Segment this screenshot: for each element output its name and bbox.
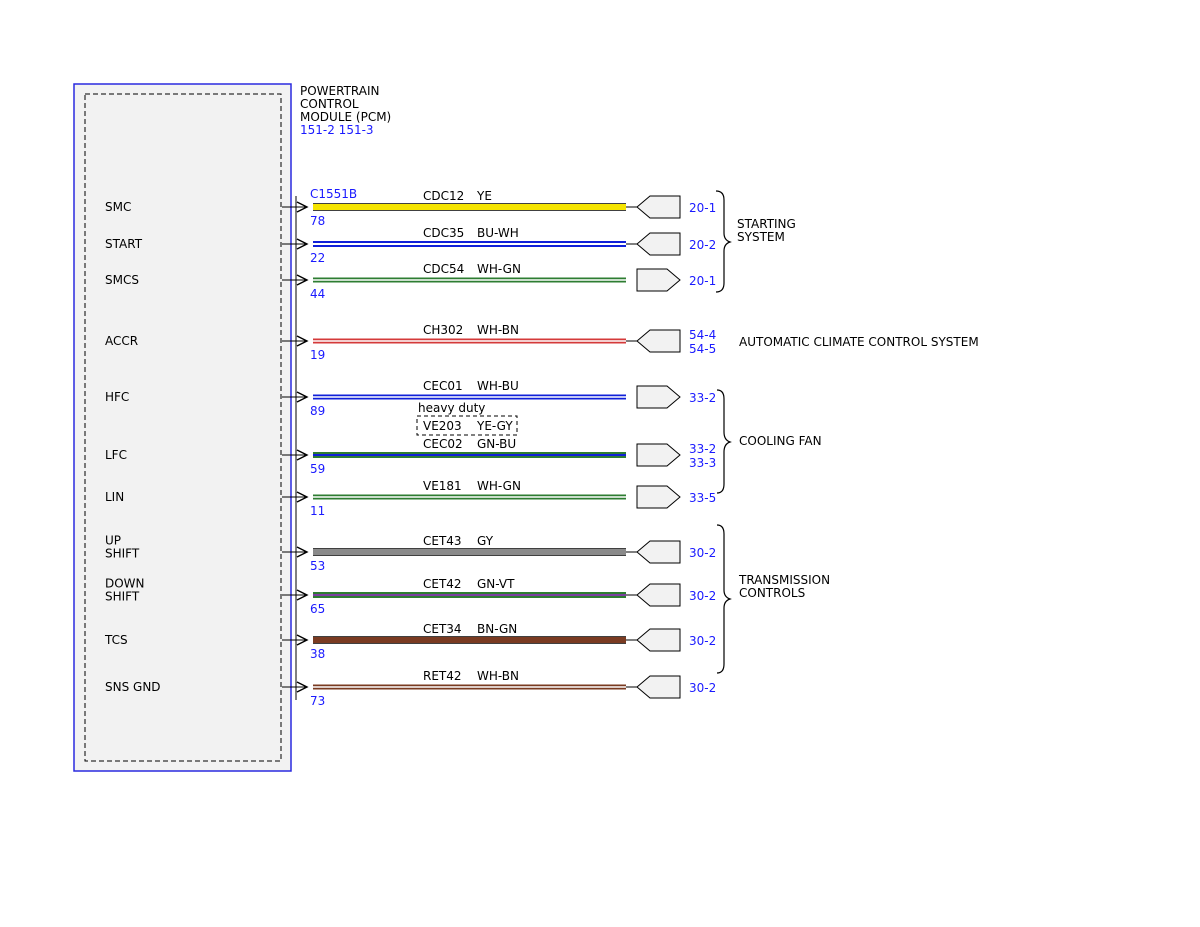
- signal-label: UP: [105, 534, 121, 548]
- module-reference-link[interactable]: 151-2 151-3: [300, 123, 374, 137]
- wire-color: GN-BU: [477, 437, 516, 451]
- page-reference-link[interactable]: 33-3: [689, 456, 716, 470]
- signal-label: START: [105, 237, 143, 251]
- option-label: heavy duty: [418, 401, 485, 415]
- page-reference-link[interactable]: 33-5: [689, 491, 716, 505]
- wire-color: WH-BU: [477, 379, 519, 393]
- module-title-line-3: MODULE (PCM): [300, 110, 391, 124]
- system-label-climate: AUTOMATIC CLIMATE CONTROL SYSTEM: [739, 335, 979, 349]
- signal-label: ACCR: [105, 334, 138, 348]
- system-label-starting-2: SYSTEM: [737, 230, 785, 244]
- page-reference-link[interactable]: 54-4: [689, 328, 716, 342]
- connector-icon: [636, 583, 681, 607]
- circuit-id: CET42: [423, 577, 462, 591]
- wire-color: WH-BN: [477, 323, 519, 337]
- system-label-transmission-1: TRANSMISSION: [738, 573, 830, 587]
- circuit-id: CDC54: [423, 262, 464, 276]
- circuit-id: CH302: [423, 323, 463, 337]
- circuit-id: CEC01: [423, 379, 463, 393]
- wire-color: BU-WH: [477, 226, 519, 240]
- circuit-id: CET34: [423, 622, 462, 636]
- connector-icon: [636, 675, 681, 699]
- wire-color: WH-BN: [477, 669, 519, 683]
- transmission-bracket: [716, 524, 732, 674]
- wire-color: WH-GN: [477, 479, 521, 493]
- wire-color: BN-GN: [477, 622, 517, 636]
- signal-label: SNS GND: [105, 680, 161, 694]
- signal-label: TCS: [104, 633, 128, 647]
- connector-icon: [636, 385, 681, 409]
- page-reference-link[interactable]: 30-2: [689, 681, 716, 695]
- pin-number: 19: [310, 348, 325, 362]
- pcm-module-box: [73, 83, 292, 772]
- system-label-starting-1: STARTING: [737, 217, 796, 231]
- wire-color: WH-GN: [477, 262, 521, 276]
- signal-label: LFC: [105, 448, 127, 462]
- page-reference-link[interactable]: 20-1: [689, 201, 716, 215]
- circuit-id: RET42: [423, 669, 462, 683]
- connector-icon: [636, 540, 681, 564]
- page-reference-link[interactable]: 33-2: [689, 442, 716, 456]
- connector-icon: [636, 443, 681, 467]
- pin-number: 89: [310, 404, 325, 418]
- circuit-id: VE181: [423, 479, 462, 493]
- module-title-line-1: POWERTRAIN: [300, 84, 380, 98]
- signal-label: SHIFT: [105, 547, 140, 561]
- pin-number: 65: [310, 602, 325, 616]
- circuit-id: CDC12: [423, 189, 464, 203]
- pin-number: 73: [310, 694, 325, 708]
- connector-id-link[interactable]: C1551B: [310, 187, 357, 201]
- pin-number: 11: [310, 504, 325, 518]
- page-reference-link[interactable]: 20-1: [689, 274, 716, 288]
- module-title-line-2: CONTROL: [300, 97, 359, 111]
- page-reference-link[interactable]: 54-5: [689, 342, 716, 356]
- starting-system-bracket: [715, 190, 732, 293]
- signal-label: SHIFT: [105, 590, 140, 604]
- connector-icon: [636, 628, 681, 652]
- page-reference-link[interactable]: 33-2: [689, 391, 716, 405]
- pin-number: 22: [310, 251, 325, 265]
- signal-label: DOWN: [105, 577, 145, 591]
- wire-color: GY: [477, 534, 494, 548]
- option-circuit: VE203: [423, 419, 462, 433]
- pin-number: 78: [310, 214, 325, 228]
- page-reference-link[interactable]: 20-2: [689, 238, 716, 252]
- connector-icon: [636, 232, 681, 256]
- page-reference-link[interactable]: 30-2: [689, 634, 716, 648]
- connector-icon: [636, 268, 681, 292]
- wire-color: GN-VT: [477, 577, 515, 591]
- connector-icon: [636, 195, 681, 219]
- signal-label: HFC: [105, 390, 129, 404]
- cooling-fan-bracket: [716, 389, 732, 494]
- system-label-cooling-fan: COOLING FAN: [739, 434, 822, 448]
- pin-number: 44: [310, 287, 325, 301]
- signal-label: LIN: [105, 490, 124, 504]
- page-reference-link[interactable]: 30-2: [689, 589, 716, 603]
- circuit-id: CEC02: [423, 437, 463, 451]
- signal-label: SMC: [105, 200, 131, 214]
- pin-number: 38: [310, 647, 325, 661]
- pin-number: 53: [310, 559, 325, 573]
- option-wire-color: YE-GY: [476, 419, 513, 433]
- signal-label: SMCS: [105, 273, 139, 287]
- page-reference-link[interactable]: 30-2: [689, 546, 716, 560]
- connector-icon: [636, 329, 681, 353]
- pin-number: 59: [310, 462, 325, 476]
- wiring-diagram: POWERTRAIN CONTROL MODULE (PCM) 151-2 15…: [73, 83, 979, 772]
- circuit-id: CET43: [423, 534, 462, 548]
- wire-color: YE: [476, 189, 492, 203]
- connector-icon: [636, 485, 681, 509]
- circuit-id: CDC35: [423, 226, 464, 240]
- system-label-transmission-2: CONTROLS: [739, 586, 805, 600]
